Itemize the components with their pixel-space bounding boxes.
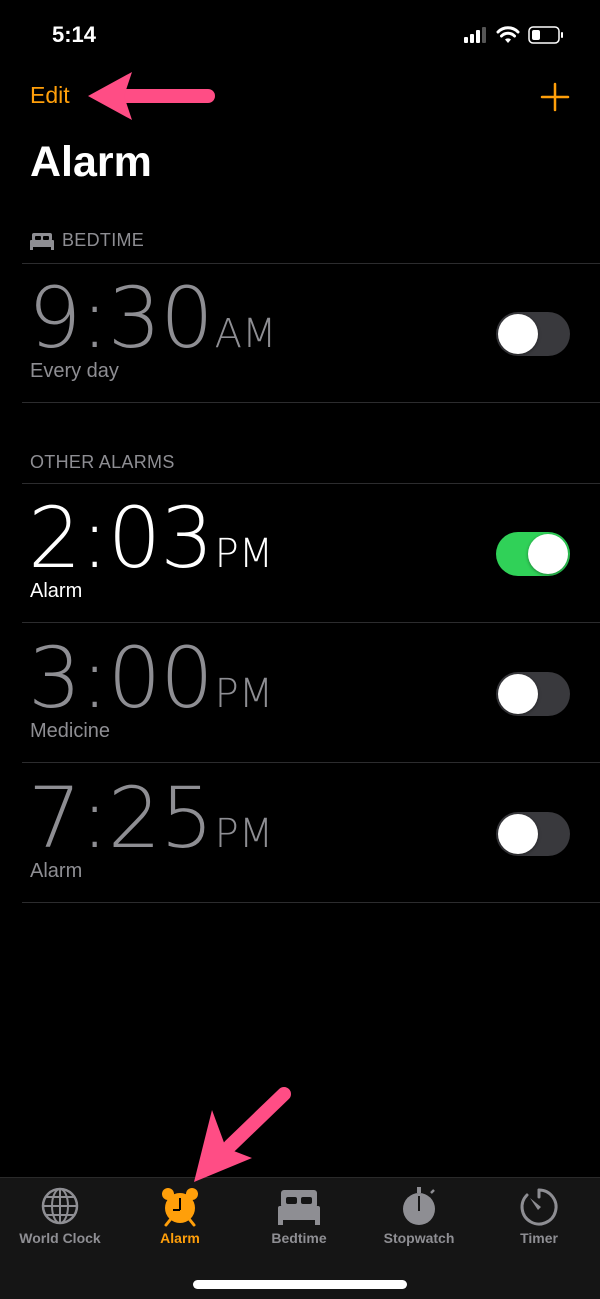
timer-icon (520, 1188, 558, 1226)
status-icons (464, 26, 564, 44)
tab-bedtime[interactable]: Bedtime (239, 1186, 359, 1246)
bedtime-header-label: BEDTIME (62, 230, 145, 250)
tab-label: Stopwatch (383, 1230, 455, 1246)
alarm-time-digits: 7:25 (28, 769, 214, 867)
stopwatch-icon (403, 1187, 435, 1225)
alarm-time: 2:03PM (28, 496, 273, 580)
alarm-time-digits: 3:00 (28, 629, 214, 727)
alarm-label: Every day (30, 360, 119, 382)
edit-button[interactable]: Edit (30, 82, 70, 109)
divider (22, 902, 600, 903)
toggle-knob (498, 814, 538, 854)
wifi-icon (496, 26, 520, 43)
bed-icon (30, 232, 54, 250)
annotation-arrow-edit (88, 72, 215, 120)
tab-label: Alarm (160, 1230, 200, 1246)
alarm-row[interactable]: 3:00PM Medicine (0, 624, 600, 762)
tab-world-clock[interactable]: World Clock (0, 1186, 120, 1246)
bed-icon (278, 1190, 320, 1225)
page-title: Alarm (30, 138, 152, 186)
tab-label: Bedtime (271, 1230, 327, 1246)
alarm-toggle[interactable] (496, 672, 570, 716)
cellular-signal-icon (464, 27, 486, 43)
other-alarms-section-header: OTHER ALARMS (30, 452, 175, 473)
alarm-label: Alarm (30, 580, 83, 602)
alarm-toggle[interactable] (496, 812, 570, 856)
tab-alarm[interactable]: Alarm (120, 1186, 240, 1246)
alarm-label: Alarm (30, 860, 83, 882)
toggle-knob (498, 674, 538, 714)
bedtime-alarm-row[interactable]: 9:30AM Every day (0, 264, 600, 402)
alarm-clock-icon (162, 1188, 198, 1227)
toggle-knob (498, 314, 538, 354)
alarm-time: 9:30AM (28, 276, 277, 360)
alarm-row[interactable]: 2:03PM Alarm (0, 484, 600, 622)
alarm-toggle[interactable] (496, 532, 570, 576)
alarm-row[interactable]: 7:25PM Alarm (0, 764, 600, 902)
tab-label: Timer (520, 1230, 558, 1246)
divider (22, 622, 600, 623)
alarm-time-digits: 2:03 (28, 489, 214, 587)
alarm-period: PM (214, 811, 274, 857)
alarm-time: 7:25PM (28, 776, 273, 860)
globe-icon (41, 1187, 79, 1225)
other-alarms-header-label: OTHER ALARMS (30, 452, 175, 472)
alarm-toggle[interactable] (496, 312, 570, 356)
alarm-period: PM (214, 531, 274, 577)
tab-label: World Clock (19, 1230, 101, 1246)
alarm-period: AM (214, 311, 277, 357)
tab-stopwatch[interactable]: Stopwatch (359, 1186, 479, 1246)
alarm-period: PM (214, 671, 274, 717)
status-bar: 5:14 (0, 0, 600, 70)
plus-icon[interactable] (538, 80, 572, 114)
toggle-knob (528, 534, 568, 574)
alarm-time-digits: 9:30 (28, 269, 214, 367)
tab-timer[interactable]: Timer (479, 1186, 599, 1246)
divider (22, 402, 600, 403)
alarm-time: 3:00PM (28, 636, 273, 720)
home-indicator (193, 1280, 407, 1289)
divider (22, 762, 600, 763)
battery-icon (528, 26, 563, 44)
status-time: 5:14 (52, 22, 97, 47)
alarm-label: Medicine (30, 720, 111, 742)
annotation-arrow-alarm-tab (194, 1087, 291, 1182)
bedtime-section-header: BEDTIME (30, 230, 144, 251)
